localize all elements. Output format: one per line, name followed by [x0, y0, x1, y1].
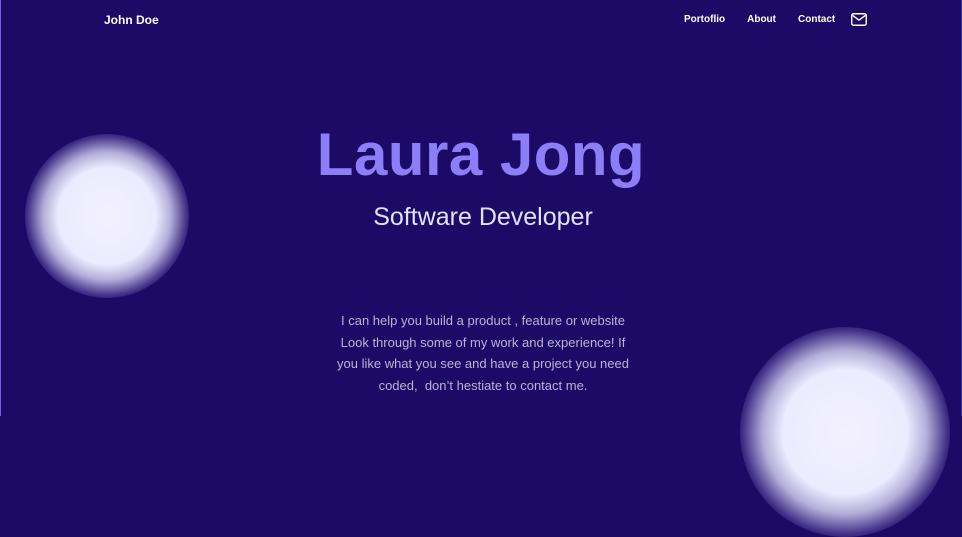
hero-intro-line-1: I can help you build a product , feature… — [340, 313, 625, 328]
nav-link-portfolio[interactable]: Portoflio — [684, 14, 725, 25]
decorative-glow-orb-right — [740, 327, 950, 537]
hero-intro-line-2: Look through some of my work and experie… — [340, 334, 626, 350]
nav-links: Portoflio About Contact — [684, 14, 835, 25]
top-navbar: John Doe Portoflio About Contact — [0, 0, 962, 40]
hero-intro-line-3: you like what you see and have a project… — [337, 356, 629, 371]
hero-intro-line-4: coded, don’t hestiate to contact me. — [378, 377, 588, 393]
brand-logo-link[interactable]: John Doe — [104, 13, 159, 27]
mail-icon[interactable] — [851, 13, 867, 26]
nav-link-contact[interactable]: Contact — [798, 14, 835, 25]
hero-role: Software Developer — [373, 203, 593, 231]
hero-intro: I can help you build a product , feature… — [326, 310, 640, 396]
nav-link-about[interactable]: About — [747, 14, 776, 25]
hero-name: Laura Jong — [316, 121, 646, 188]
